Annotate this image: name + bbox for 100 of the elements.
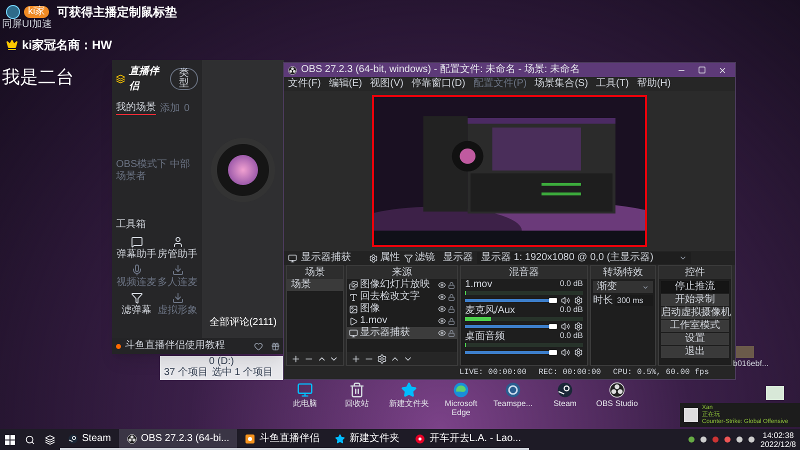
transition-select[interactable]: 渐变 <box>593 281 653 293</box>
source-name: 显示器捕获 <box>301 253 352 263</box>
app-logo-icon[interactable] <box>245 434 256 444</box>
db-reading: 0.0 dB <box>560 306 583 316</box>
duration-label: 时长 <box>593 296 613 306</box>
dock-title: 混音器 <box>509 268 539 278</box>
computer-icon <box>297 382 313 398</box>
source-item[interactable]: 图像 <box>347 303 457 315</box>
control-button[interactable]: 工作室模式 <box>661 320 729 332</box>
download-icon <box>172 264 184 276</box>
caption-text: 我是二台 <box>2 66 74 90</box>
monitor-icon <box>349 328 358 338</box>
source-item[interactable]: 回去检改文字 <box>347 291 457 303</box>
settings-icon <box>377 354 387 364</box>
speaker-icon <box>561 322 570 331</box>
desktop-icon-label[interactable]: Microsoft Edge <box>436 399 486 417</box>
desktop-icon-label[interactable]: 此电脑 <box>293 399 317 408</box>
menu-item[interactable]: 场景集合(S) <box>534 79 588 89</box>
close-icon <box>718 66 727 74</box>
drive-label: 0 (D:) <box>209 356 234 367</box>
banner-text: 可获得主播定制鼠标垫 <box>57 4 178 21</box>
display-label: 显示器 <box>443 253 473 263</box>
speaker-icon <box>561 348 570 357</box>
source-item[interactable]: 图像幻灯片放映 <box>347 279 457 291</box>
db-reading: 0.0 dB <box>560 332 583 342</box>
tool-button[interactable]: 弹幕助手 <box>116 236 157 260</box>
text-icon <box>349 292 358 302</box>
menu-item[interactable]: 视图(V) <box>370 79 404 89</box>
control-button[interactable]: 设置 <box>661 333 729 345</box>
display-select[interactable]: 显示器 1: 1920x1080 @ 0,0 (主显示器) <box>477 252 691 264</box>
microphone-icon <box>130 264 142 276</box>
headset-icon[interactable] <box>505 382 521 398</box>
menu-item[interactable]: 帮助(H) <box>636 79 671 89</box>
visibility-icon <box>438 281 446 289</box>
control-button[interactable]: 启动虚拟摄像机 <box>661 307 729 319</box>
avatar <box>684 408 698 422</box>
add-icon <box>351 354 361 364</box>
windows-logo-icon[interactable] <box>5 434 15 444</box>
tool-button[interactable]: 房管助手 <box>157 236 198 260</box>
slider-thumb[interactable] <box>549 324 557 329</box>
mode-button[interactable]: 类型 <box>170 68 198 90</box>
live-status: LIVE: 00:00:00 <box>459 368 527 376</box>
lock-icon <box>448 306 455 312</box>
tool-button[interactable]: 滤弹幕 <box>116 292 157 316</box>
settings-icon <box>574 322 583 331</box>
avatar-caption: 同屏UI加速 <box>2 20 52 30</box>
control-button[interactable]: 停止推流 <box>661 281 729 293</box>
desktop-icon-label[interactable]: Teamspe... <box>493 399 533 408</box>
desktop-icon-label[interactable]: 回收站 <box>345 399 369 408</box>
volume-slider[interactable] <box>465 324 557 329</box>
browser-icon[interactable] <box>453 382 469 398</box>
scene-item[interactable]: 场景 <box>287 279 343 291</box>
crown-icon <box>6 39 18 51</box>
properties-button[interactable]: 属性 <box>369 253 400 263</box>
obs-logo-icon[interactable] <box>126 434 137 444</box>
visibility-icon <box>438 329 446 337</box>
taskbar-button[interactable]: 新建文件夹 <box>327 429 408 450</box>
menu-item[interactable]: 文件(F) <box>288 79 321 89</box>
tab[interactable]: 我的场景 <box>116 102 156 115</box>
play-icon <box>349 316 358 326</box>
dock-title: 转场特效 <box>603 268 643 278</box>
steam-logo-icon[interactable] <box>557 382 573 398</box>
channel-name: 1.mov <box>465 280 492 290</box>
duration-field[interactable]: 300 ms <box>615 295 653 306</box>
visibility-icon <box>438 293 446 301</box>
maximize-icon <box>698 66 706 74</box>
dropdown-icon <box>642 284 649 290</box>
monitor-icon <box>288 254 297 262</box>
source-item[interactable]: 显示器捕获 <box>347 327 457 339</box>
taskbar-button[interactable]: 开车开去L.A. - Lao... <box>407 429 529 450</box>
dock-title: 场景 <box>305 268 325 278</box>
control-button[interactable]: 开始录制 <box>661 294 729 306</box>
music-app-icon[interactable] <box>415 434 426 444</box>
desktop-icon-label[interactable]: 新建文件夹 <box>389 399 429 408</box>
obs-logo-icon[interactable] <box>288 66 297 74</box>
volume-slider[interactable] <box>465 350 557 355</box>
source-item[interactable]: 1.mov <box>347 315 457 327</box>
status-text: 选中 1 个项目 <box>212 367 274 378</box>
window-title: OBS 27.2.3 (64-bit, windows) - 配置文件: 未命名 - 场景: 未命名 <box>301 65 580 75</box>
rec-status: REC: 00:00:00 <box>538 368 601 376</box>
section-title: 工具箱 <box>116 218 147 232</box>
chat-icon <box>130 236 142 248</box>
steam-logo-icon[interactable] <box>68 434 78 444</box>
obs-logo-icon[interactable] <box>609 382 625 398</box>
image-thumbnail <box>736 346 754 358</box>
desktop-icon-label[interactable]: OBS Studio <box>596 399 638 408</box>
taskbar-button[interactable]: OBS 27.2.3 (64-bi... <box>118 429 238 450</box>
volume-slider[interactable] <box>465 298 557 303</box>
search-icon <box>25 434 35 444</box>
menu-item[interactable]: 工具(T) <box>596 79 629 89</box>
taskbar-button[interactable]: 斗鱼直播伴侣 <box>237 429 328 450</box>
slider-thumb[interactable] <box>549 350 557 355</box>
filters-button[interactable]: 滤镜 <box>404 253 435 263</box>
menu-item[interactable]: 编辑(E) <box>328 79 362 89</box>
desktop-icon-label[interactable]: Steam <box>553 399 577 408</box>
settings-icon <box>574 296 583 305</box>
control-button[interactable]: 退出 <box>661 346 729 358</box>
slider-thumb[interactable] <box>549 298 557 303</box>
settings-icon <box>574 348 583 357</box>
menu-item[interactable]: 停靠窗口(D) <box>411 79 466 89</box>
